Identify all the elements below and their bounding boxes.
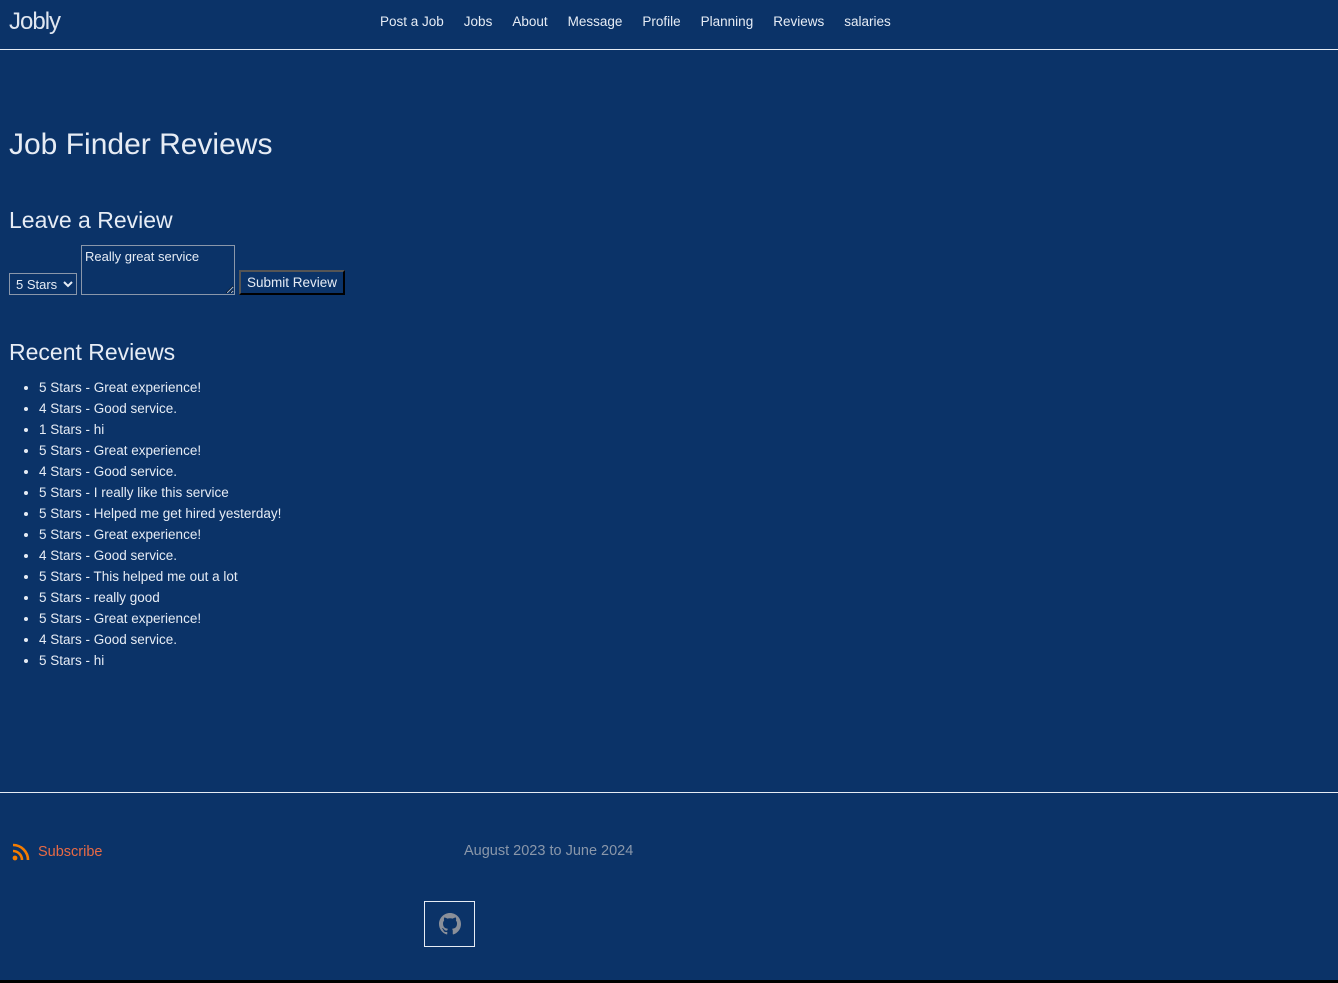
list-item: 5 Stars - Great experience!	[39, 608, 281, 629]
recent-reviews-heading: Recent Reviews	[9, 339, 176, 365]
github-button[interactable]	[424, 901, 475, 947]
list-item: 5 Stars - hi	[39, 650, 281, 671]
nav-post-a-job[interactable]: Post a Job	[370, 14, 454, 29]
submit-review-button[interactable]: Submit Review	[239, 270, 346, 295]
footer-divider	[0, 792, 1338, 793]
subscribe-link[interactable]: Subscribe	[12, 843, 102, 861]
nav-planning[interactable]: Planning	[691, 14, 764, 29]
reviews-list: 5 Stars - Great experience! 4 Stars - Go…	[0, 377, 281, 671]
page-title: Job Finder Reviews	[9, 128, 273, 161]
list-item: 5 Stars - Great experience!	[39, 524, 281, 545]
nav-reviews[interactable]: Reviews	[763, 14, 834, 29]
top-navbar: Jobly Post a Job Jobs About Message Prof…	[0, 0, 1338, 50]
list-item: 5 Stars - I really like this service	[39, 482, 281, 503]
logo[interactable]: Jobly	[9, 8, 61, 36]
list-item: 4 Stars - Good service.	[39, 545, 281, 566]
nav-links: Post a Job Jobs About Message Profile Pl…	[370, 14, 901, 29]
list-item: 4 Stars - Good service.	[39, 398, 281, 419]
nav-jobs[interactable]: Jobs	[454, 14, 503, 29]
nav-salaries[interactable]: salaries	[834, 14, 901, 29]
github-icon	[438, 913, 461, 935]
rating-select[interactable]: 5 Stars	[9, 273, 77, 295]
nav-profile[interactable]: Profile	[632, 14, 690, 29]
list-item: 5 Stars - really good	[39, 587, 281, 608]
review-form: 5 Stars Really great service Submit Revi…	[9, 245, 346, 295]
list-item: 5 Stars - Great experience!	[39, 377, 281, 398]
list-item: 4 Stars - Good service.	[39, 461, 281, 482]
rss-icon	[12, 843, 30, 861]
leave-review-heading: Leave a Review	[9, 207, 173, 233]
list-item: 5 Stars - Helped me get hired yesterday!	[39, 503, 281, 524]
list-item: 4 Stars - Good service.	[39, 629, 281, 650]
list-item: 5 Stars - This helped me out a lot	[39, 566, 281, 587]
subscribe-label: Subscribe	[38, 844, 103, 860]
list-item: 5 Stars - Great experience!	[39, 440, 281, 461]
list-item: 1 Stars - hi	[39, 419, 281, 440]
nav-message[interactable]: Message	[558, 14, 633, 29]
date-range: August 2023 to June 2024	[464, 843, 634, 859]
nav-about[interactable]: About	[502, 14, 557, 29]
review-textarea[interactable]: Really great service	[81, 245, 235, 295]
